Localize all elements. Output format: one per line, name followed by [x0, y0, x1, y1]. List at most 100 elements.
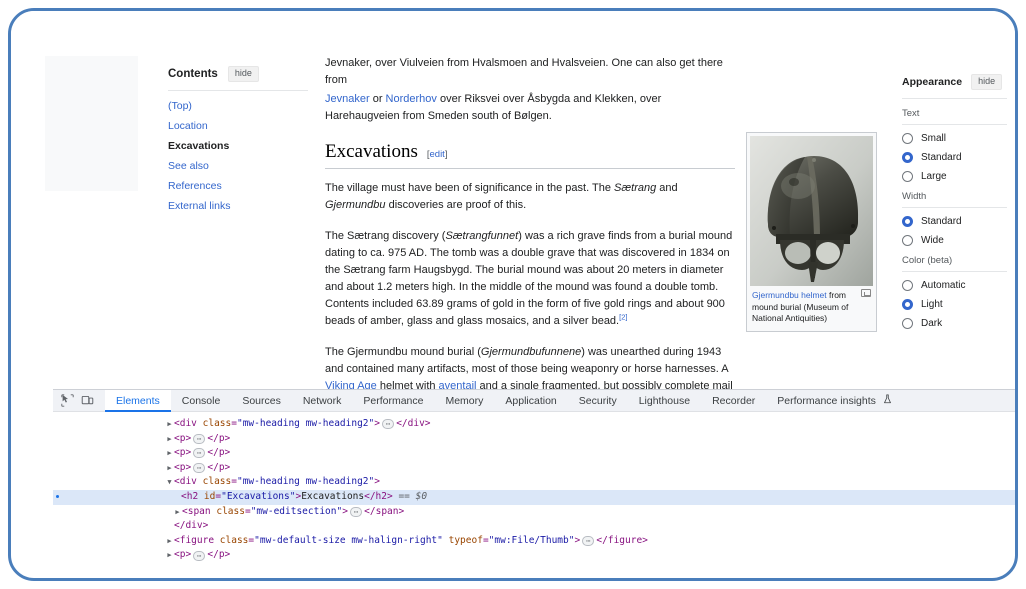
viking-helmet-photo[interactable]: [750, 136, 873, 286]
radio-label-light: Light: [921, 299, 943, 310]
tab-application[interactable]: Application: [494, 390, 567, 412]
dom-row-figure[interactable]: ▶<figure class="mw-default-size mw-halig…: [53, 534, 1015, 549]
radio-icon-text-standard[interactable]: [902, 152, 913, 163]
appearance-title: Appearance: [902, 76, 962, 88]
r9-close: </figure>: [596, 535, 647, 548]
expand-triangle-icon[interactable]: ▶: [165, 535, 174, 548]
link-norderhov[interactable]: Norderhov: [386, 93, 437, 105]
radio-text-large[interactable]: Large: [902, 171, 1007, 182]
r3-open: <p>: [174, 447, 191, 460]
r6-val: "Excavations": [221, 491, 295, 504]
reference-2: [2]: [619, 312, 627, 321]
intro-mid-text: or: [370, 93, 386, 105]
p2-italic-saetrangfunnet: Sætrangfunnet: [445, 230, 518, 242]
tab-sources[interactable]: Sources: [231, 390, 292, 412]
expand-triangle-icon[interactable]: ▶: [173, 506, 182, 519]
dom-row-p-4[interactable]: ▶<p>⋯</p>: [53, 548, 1015, 563]
radio-width-wide[interactable]: Wide: [902, 235, 1007, 246]
tab-security[interactable]: Security: [568, 390, 628, 412]
radio-width-standard[interactable]: Standard: [902, 216, 1007, 227]
p1-italic-gjermundbu: Gjermundbu: [325, 199, 386, 211]
dom-row-p-2[interactable]: ▶<p>⋯</p>: [53, 446, 1015, 461]
p2-part-b: ) was a rich grave finds from a burial m…: [325, 230, 732, 327]
toc-item-location[interactable]: Location: [168, 120, 308, 132]
tab-performance-insights[interactable]: Performance insights: [766, 390, 903, 412]
collapsed-content-icon[interactable]: ⋯: [193, 448, 205, 458]
toc-item-top[interactable]: (Top): [168, 100, 308, 112]
toc-item-external-links[interactable]: External links: [168, 200, 308, 212]
toc-title: Contents: [168, 68, 218, 80]
radio-icon-width-standard[interactable]: [902, 216, 913, 227]
radio-icon-large[interactable]: [902, 171, 913, 182]
toc-hide-button[interactable]: hide: [228, 66, 259, 82]
toc-item-references[interactable]: References: [168, 180, 308, 192]
collapsed-content-icon[interactable]: ⋯: [582, 536, 594, 546]
expand-triangle-icon[interactable]: ▶: [165, 462, 174, 475]
r9-val2: "mw:File/Thumb": [489, 535, 575, 548]
radio-color-dark[interactable]: Dark: [902, 318, 1007, 329]
dom-row-h2-excavations-selected[interactable]: <h2 id="Excavations">Excavations</h2> ==…: [53, 490, 1015, 505]
caption-link-gjermundbu-helmet[interactable]: Gjermundbu helmet: [752, 290, 827, 300]
expand-triangle-icon[interactable]: ▶: [165, 447, 174, 460]
dom-row-span-editsection[interactable]: ▶<span class="mw-editsection">⋯</span>: [53, 505, 1015, 520]
r5-gt: >: [374, 476, 380, 489]
dom-row-div-close[interactable]: </div>: [53, 519, 1015, 534]
tab-console[interactable]: Console: [171, 390, 232, 412]
radio-text-standard[interactable]: Standard: [902, 152, 1007, 163]
radio-icon-dark[interactable]: [902, 318, 913, 329]
radio-icon-small[interactable]: [902, 133, 913, 144]
inspect-cursor-svg: [61, 394, 74, 407]
expand-triangle-icon[interactable]: ▶: [165, 433, 174, 446]
tab-lighthouse[interactable]: Lighthouse: [628, 390, 701, 412]
tab-memory[interactable]: Memory: [434, 390, 494, 412]
radio-color-automatic[interactable]: Automatic: [902, 280, 1007, 291]
collapsed-content-icon[interactable]: ⋯: [193, 551, 205, 561]
devtools-panel: Elements Console Sources Network Perform…: [53, 389, 1015, 556]
toc-item-excavations[interactable]: Excavations: [168, 140, 308, 152]
collapsed-content-icon[interactable]: ⋯: [193, 434, 205, 444]
heading-excavations-text: Excavations: [325, 141, 418, 163]
dom-row-div-heading-1[interactable]: ▶<div class="mw-heading mw-heading2">⋯</…: [53, 417, 1015, 432]
paragraph-village-significance: The village must have been of significan…: [325, 180, 735, 214]
tab-elements[interactable]: Elements: [105, 390, 171, 412]
link-aventail[interactable]: aventail: [439, 380, 477, 389]
collapse-triangle-icon[interactable]: ▼: [165, 476, 174, 489]
r6-close: </h2>: [364, 491, 393, 504]
tab-performance[interactable]: Performance: [352, 390, 434, 412]
collapsed-content-icon[interactable]: ⋯: [382, 419, 394, 429]
flask-icon: [883, 395, 892, 407]
inspect-element-icon[interactable]: [57, 392, 77, 410]
expand-triangle-icon[interactable]: ▶: [165, 549, 174, 562]
toc-item-see-also[interactable]: See also: [168, 160, 308, 172]
dom-row-p-1[interactable]: ▶<p>⋯</p>: [53, 432, 1015, 447]
dom-row-div-heading-2[interactable]: ▼<div class="mw-heading mw-heading2">: [53, 475, 1015, 490]
radio-icon-light[interactable]: [902, 299, 913, 310]
radio-color-light[interactable]: Light: [902, 299, 1007, 310]
link-jevnaker[interactable]: Jevnaker: [325, 93, 370, 105]
radio-icon-automatic[interactable]: [902, 280, 913, 291]
r9-tag-open: <figure: [174, 535, 214, 548]
expand-triangle-icon[interactable]: ▶: [165, 418, 174, 431]
tab-network[interactable]: Network: [292, 390, 353, 412]
tab-recorder[interactable]: Recorder: [701, 390, 766, 412]
reference-2-link[interactable]: [2]: [619, 312, 627, 321]
radio-label-text-standard: Standard: [921, 152, 962, 163]
dom-row-p-3[interactable]: ▶<p>⋯</p>: [53, 461, 1015, 476]
radio-icon-wide[interactable]: [902, 235, 913, 246]
radio-label-large: Large: [921, 171, 947, 182]
appearance-header: Appearance hide: [902, 74, 1007, 99]
collapsed-content-icon[interactable]: ⋯: [350, 507, 362, 517]
magnify-icon[interactable]: [861, 289, 871, 297]
r7-tag-open: <span: [182, 506, 211, 519]
r1-tag-open: <div: [174, 418, 197, 431]
r4-open: <p>: [174, 462, 191, 475]
paragraph-gjermundbu-burial: The Gjermundbu mound burial (Gjermundbuf…: [325, 344, 735, 389]
link-viking-age[interactable]: Viking Age: [325, 380, 377, 389]
r7-gt: >: [342, 506, 348, 519]
appearance-hide-button[interactable]: hide: [971, 74, 1002, 90]
edit-link-excavations[interactable]: edit: [430, 149, 445, 160]
device-toolbar-icon[interactable]: [77, 392, 97, 410]
collapsed-content-icon[interactable]: ⋯: [193, 463, 205, 473]
radio-text-small[interactable]: Small: [902, 133, 1007, 144]
paragraph-intro-clipped: Jevnaker, over Viulveien from Hvalsmoen …: [325, 55, 735, 89]
